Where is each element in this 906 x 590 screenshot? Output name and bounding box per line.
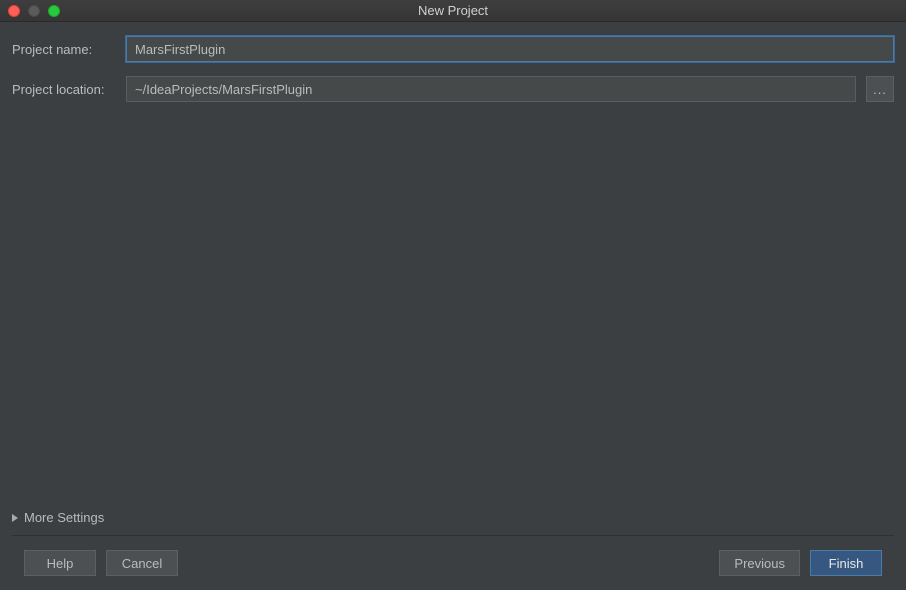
project-name-label: Project name: [12, 42, 116, 57]
project-name-row: Project name: [12, 36, 894, 62]
previous-button[interactable]: Previous [719, 550, 800, 576]
finish-button[interactable]: Finish [810, 550, 882, 576]
traffic-lights [8, 5, 60, 17]
help-button[interactable]: Help [24, 550, 96, 576]
minimize-window-icon [28, 5, 40, 17]
maximize-window-icon[interactable] [48, 5, 60, 17]
dialog-footer: Help Cancel Previous Finish [12, 536, 894, 590]
content-spacer [12, 116, 894, 504]
browse-location-button[interactable]: ... [866, 76, 894, 102]
window-titlebar: New Project [0, 0, 906, 22]
more-settings-toggle[interactable]: More Settings [12, 504, 894, 536]
project-location-label: Project location: [12, 82, 116, 97]
project-location-input[interactable] [126, 76, 856, 102]
cancel-button[interactable]: Cancel [106, 550, 178, 576]
dialog-content: Project name: Project location: ... More… [0, 22, 906, 590]
project-location-row: Project location: ... [12, 76, 894, 102]
project-name-input[interactable] [126, 36, 894, 62]
more-settings-label: More Settings [24, 510, 104, 525]
close-window-icon[interactable] [8, 5, 20, 17]
chevron-right-icon [12, 514, 18, 522]
window-title: New Project [418, 3, 488, 18]
